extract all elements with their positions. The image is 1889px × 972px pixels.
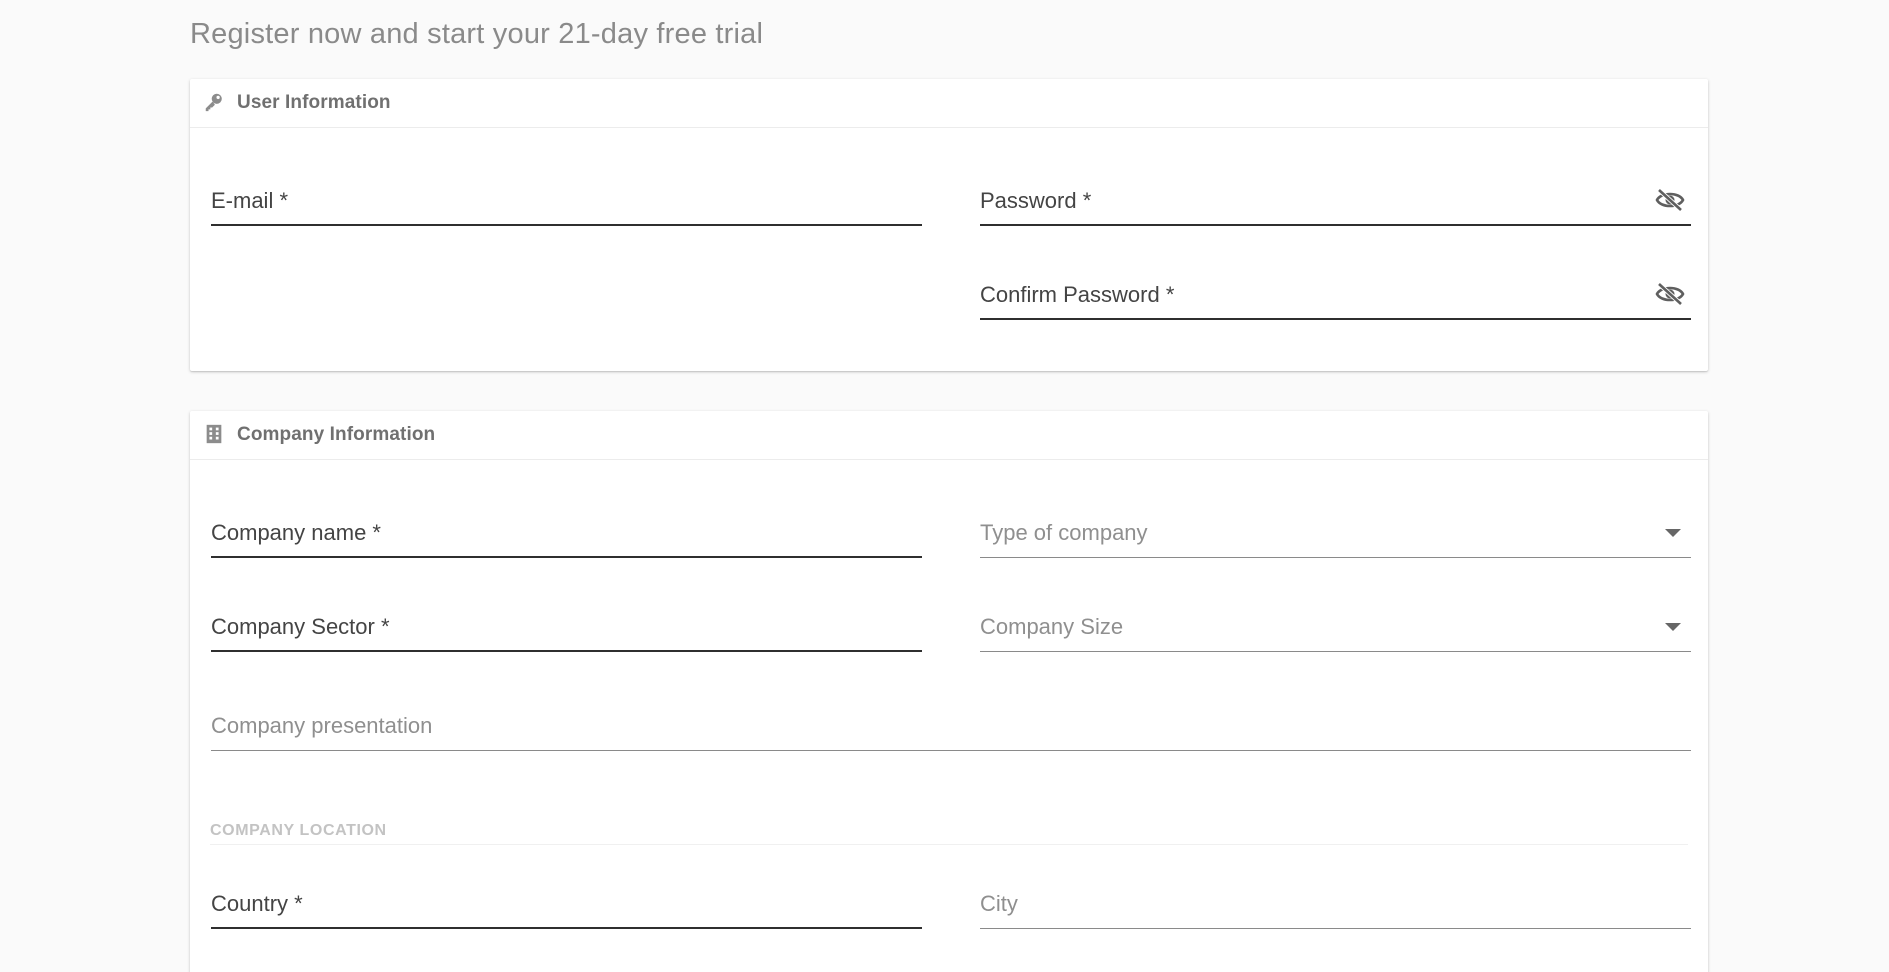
building-icon xyxy=(203,423,225,445)
caret-down-icon[interactable] xyxy=(1665,529,1681,537)
company-presentation-field[interactable]: Company presentation xyxy=(211,707,1691,751)
company-presentation-underline xyxy=(211,750,1691,751)
password-label: Password * xyxy=(980,188,1092,213)
company-sector-underline xyxy=(211,650,922,652)
company-location-title: COMPANY LOCATION xyxy=(210,822,387,839)
company-sector-field[interactable]: Company Sector * xyxy=(211,608,922,652)
city-field[interactable]: City xyxy=(980,885,1691,929)
company-name-field[interactable]: Company name * xyxy=(211,514,922,558)
company-location-section: COMPANY LOCATION xyxy=(210,816,1688,845)
company-name-underline xyxy=(211,556,922,558)
visibility-off-icon[interactable] xyxy=(1655,281,1685,307)
email-field[interactable]: E-mail * xyxy=(211,182,922,226)
company-size-select[interactable]: Company Size xyxy=(980,608,1691,652)
registration-page: Register now and start your 21-day free … xyxy=(0,0,1889,972)
company-size-label: Company Size xyxy=(980,614,1124,639)
company-name-label: Company name * xyxy=(211,520,381,545)
company-information-title: Company Information xyxy=(237,424,436,445)
key-icon xyxy=(203,91,225,113)
email-underline xyxy=(211,224,922,226)
confirm-password-underline xyxy=(980,318,1691,320)
page-title: Register now and start your 21-day free … xyxy=(190,18,764,50)
company-sector-label: Company Sector * xyxy=(211,614,390,639)
caret-down-icon[interactable] xyxy=(1665,623,1681,631)
type-of-company-underline xyxy=(980,557,1691,558)
user-information-header: User Information xyxy=(190,79,1708,128)
password-underline xyxy=(980,224,1691,226)
company-information-card: Company Information Company name * Type … xyxy=(190,411,1708,972)
company-information-header: Company Information xyxy=(190,411,1708,460)
country-underline xyxy=(211,927,922,929)
type-of-company-label: Type of company xyxy=(980,520,1148,545)
confirm-password-label: Confirm Password * xyxy=(980,282,1175,307)
visibility-off-icon[interactable] xyxy=(1655,187,1685,213)
company-presentation-label: Company presentation xyxy=(211,713,433,738)
country-label: Country * xyxy=(211,891,303,916)
email-label: E-mail * xyxy=(211,188,289,213)
company-size-underline xyxy=(980,651,1691,652)
type-of-company-select[interactable]: Type of company xyxy=(980,514,1691,558)
city-label: City xyxy=(980,891,1018,916)
password-field[interactable]: Password * xyxy=(980,182,1691,226)
confirm-password-field[interactable]: Confirm Password * xyxy=(980,276,1691,320)
country-field[interactable]: Country * xyxy=(211,885,922,929)
city-underline xyxy=(980,928,1691,929)
user-information-title: User Information xyxy=(237,92,391,113)
user-information-card: User Information E-mail * Password * Con… xyxy=(190,79,1708,371)
